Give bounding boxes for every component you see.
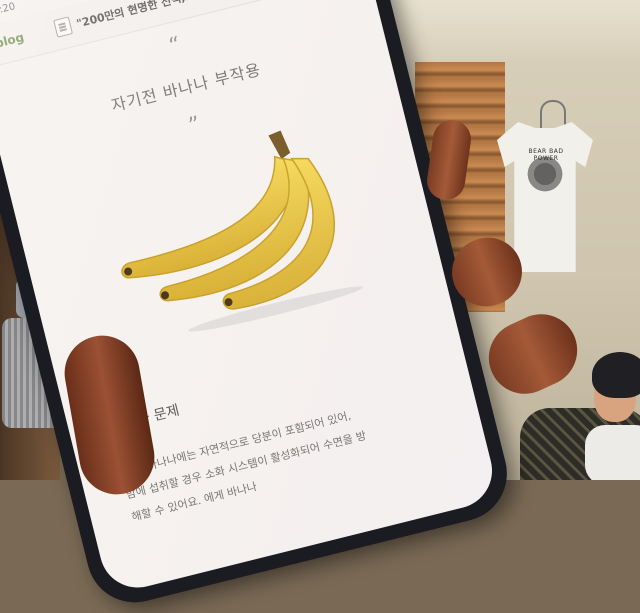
tshirt-text: BEAR BAD POWER [528,148,564,162]
ceiling [390,0,640,60]
blog-topbar: blog "200만의 현명한 선택,... [0,0,370,71]
quote-close-mark: ” [185,112,203,140]
quote-open-mark: “ [166,32,184,60]
person-hair [592,352,640,398]
banana-image [121,130,363,332]
blog-home-link[interactable]: blog [0,30,26,51]
page-icon[interactable] [53,16,74,38]
status-time: 6:20 [0,1,17,18]
banana-stem [268,130,291,160]
post-heading: 자기전 바나나 부작용 [109,59,264,116]
post-title: "200만의 현명한 선택,... [75,0,199,31]
pillow [585,425,640,480]
